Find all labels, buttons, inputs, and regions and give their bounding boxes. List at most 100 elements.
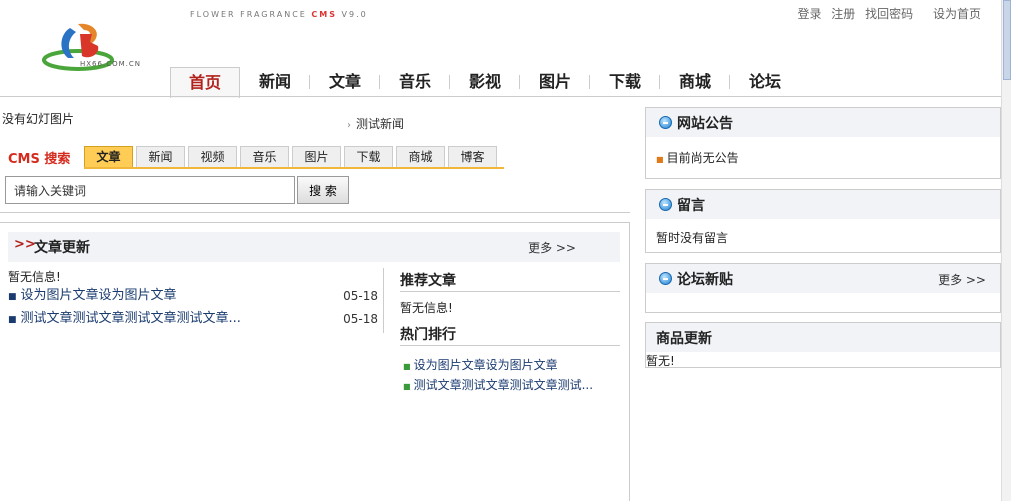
article-more-link[interactable]: 更多 >> xyxy=(528,239,576,256)
box-header: 论坛新贴 更多 >> xyxy=(646,264,1000,293)
nav-item-home[interactable]: 首页 xyxy=(170,67,240,98)
list-item[interactable]: ■ 设为图片文章设为图片文章 xyxy=(403,356,593,376)
nav-item-forum[interactable]: 论坛 xyxy=(730,67,800,97)
nav-label: 图片 xyxy=(538,72,571,91)
announcement-title: 网站公告 xyxy=(677,116,733,132)
section-divider xyxy=(0,212,630,213)
recommended-empty: 暂无信息! xyxy=(400,301,453,315)
brand-version: V9.0 xyxy=(341,10,368,19)
nav-item-shop[interactable]: 商城 xyxy=(660,67,730,97)
info-circle-icon xyxy=(659,272,672,285)
nav-label: 新闻 xyxy=(258,72,291,91)
search-tab-music[interactable]: 音乐 xyxy=(240,146,289,167)
hot-ranking-title: 热门排行 xyxy=(400,327,456,343)
search-tabs: 文章 新闻 视频 音乐 图片 下载 商城 博客 xyxy=(84,146,500,167)
messages-box: 留言 暂时没有留言 xyxy=(645,189,1001,253)
article-updates-title: 文章更新 xyxy=(34,240,90,256)
nav-label: 文章 xyxy=(328,72,361,91)
register-link[interactable]: 注册 xyxy=(831,7,855,21)
list-item[interactable]: ■ 测试文章测试文章测试文章测试... xyxy=(403,376,593,396)
forum-box: 论坛新贴 更多 >> xyxy=(645,263,1001,313)
list-item[interactable]: ■ 测试文章测试文章测试文章测试文章... 05-18 xyxy=(8,310,378,333)
bullet-icon: ■ xyxy=(656,155,664,164)
messages-empty: 暂时没有留言 xyxy=(656,231,729,245)
search-tab-articles[interactable]: 文章 xyxy=(84,146,133,167)
section-divider xyxy=(0,222,630,223)
nav-label: 商城 xyxy=(678,72,711,91)
search-tab-news[interactable]: 新闻 xyxy=(136,146,185,167)
column-divider xyxy=(383,268,384,333)
search-button[interactable]: 搜 索 xyxy=(297,176,349,204)
nav-label: 影视 xyxy=(468,72,501,91)
article-list: ■ 设为图片文章设为图片文章 05-18 ■ 测试文章测试文章测试文章测试文章...… xyxy=(8,287,378,333)
column-divider xyxy=(629,222,630,501)
nav-label: 论坛 xyxy=(748,72,781,91)
cms-search-logo: CMS 搜索 xyxy=(8,152,71,167)
brand-prefix: FLOWER FRAGRANCE xyxy=(190,10,307,19)
recover-password-link[interactable]: 找回密码 xyxy=(865,7,913,21)
info-circle-icon xyxy=(659,116,672,129)
article-date: 05-18 xyxy=(343,289,378,303)
products-box: 商品更新 暂无! xyxy=(645,322,1001,368)
forum-more-link[interactable]: 更多 >> xyxy=(938,271,986,288)
slideshow-empty: 没有幻灯图片 xyxy=(2,112,75,126)
hot-list: ■ 设为图片文章设为图片文章 ■ 测试文章测试文章测试文章测试... xyxy=(403,356,593,396)
search-tab-downloads[interactable]: 下载 xyxy=(344,146,393,167)
news-link-item[interactable]: › 测试新闻 xyxy=(347,115,404,132)
nav-item-downloads[interactable]: 下载 xyxy=(590,67,660,97)
no-info-text: 暂无信息! xyxy=(8,270,61,284)
arrow-right-icon: › xyxy=(347,120,351,131)
scrollbar-thumb[interactable] xyxy=(1003,0,1011,80)
search-tab-blog[interactable]: 博客 xyxy=(448,146,497,167)
messages-title: 留言 xyxy=(677,198,705,214)
search-input[interactable] xyxy=(5,176,295,204)
news-link-text: 测试新闻 xyxy=(356,117,405,131)
nav-divider xyxy=(0,96,1001,97)
article-date: 05-18 xyxy=(343,312,378,326)
box-body: ■ 目前尚无公告 xyxy=(646,137,1000,174)
search-tab-shop[interactable]: 商城 xyxy=(396,146,445,167)
nav-item-music[interactable]: 音乐 xyxy=(380,67,450,97)
recommended-title: 推荐文章 xyxy=(400,273,456,289)
article-title[interactable]: 测试文章测试文章测试文章测试文章... xyxy=(21,311,241,326)
logo-domain: HX66.COM.CN xyxy=(80,60,141,68)
products-title: 商品更新 xyxy=(656,331,712,347)
search-tab-underline xyxy=(84,167,504,169)
section-divider xyxy=(400,345,620,346)
bullet-icon: ■ xyxy=(8,292,17,302)
nav-label: 下载 xyxy=(608,72,641,91)
nav-item-pictures[interactable]: 图片 xyxy=(520,67,590,97)
list-item[interactable]: ■ 设为图片文章设为图片文章 05-18 xyxy=(8,287,378,310)
bullet-icon: ■ xyxy=(403,362,411,371)
double-chevron-icon: >> xyxy=(14,237,36,252)
hot-item-title[interactable]: 设为图片文章设为图片文章 xyxy=(414,358,558,372)
search-tab-video[interactable]: 视频 xyxy=(188,146,237,167)
nav-item-video[interactable]: 影视 xyxy=(450,67,520,97)
article-updates-header: >> 文章更新 更多 >> xyxy=(8,232,620,262)
bullet-icon: ■ xyxy=(8,315,17,325)
announcement-box: 网站公告 ■ 目前尚无公告 xyxy=(645,107,1001,179)
login-link[interactable]: 登录 xyxy=(797,7,821,21)
article-title[interactable]: 设为图片文章设为图片文章 xyxy=(21,288,177,303)
vertical-scrollbar[interactable] xyxy=(1001,0,1011,501)
nav-label: 音乐 xyxy=(398,72,431,91)
top-links: 登录 注册 找回密码 设为首页 xyxy=(791,5,981,22)
set-homepage-link[interactable]: 设为首页 xyxy=(933,7,981,21)
brand-tagline: FLOWER FRAGRANCE CMS V9.0 xyxy=(190,10,368,19)
section-divider xyxy=(400,291,620,292)
brand-cms: CMS xyxy=(311,10,337,19)
forum-title: 论坛新贴 xyxy=(677,272,733,288)
box-header: 商品更新 xyxy=(646,323,1000,352)
info-circle-icon xyxy=(659,198,672,211)
search-tab-pictures[interactable]: 图片 xyxy=(292,146,341,167)
hot-item-title[interactable]: 测试文章测试文章测试文章测试... xyxy=(414,378,593,392)
nav-item-articles[interactable]: 文章 xyxy=(310,67,380,97)
bullet-icon: ■ xyxy=(403,382,411,391)
announcement-item: 目前尚无公告 xyxy=(666,151,739,165)
box-header: 网站公告 xyxy=(646,108,1000,137)
nav-item-news[interactable]: 新闻 xyxy=(240,67,310,97)
products-empty: 暂无! xyxy=(646,354,675,368)
main-nav: 首页 新闻 文章 音乐 影视 图片 下载 商城 论坛 xyxy=(170,67,800,98)
box-header: 留言 xyxy=(646,190,1000,219)
nav-label: 首页 xyxy=(188,73,221,92)
